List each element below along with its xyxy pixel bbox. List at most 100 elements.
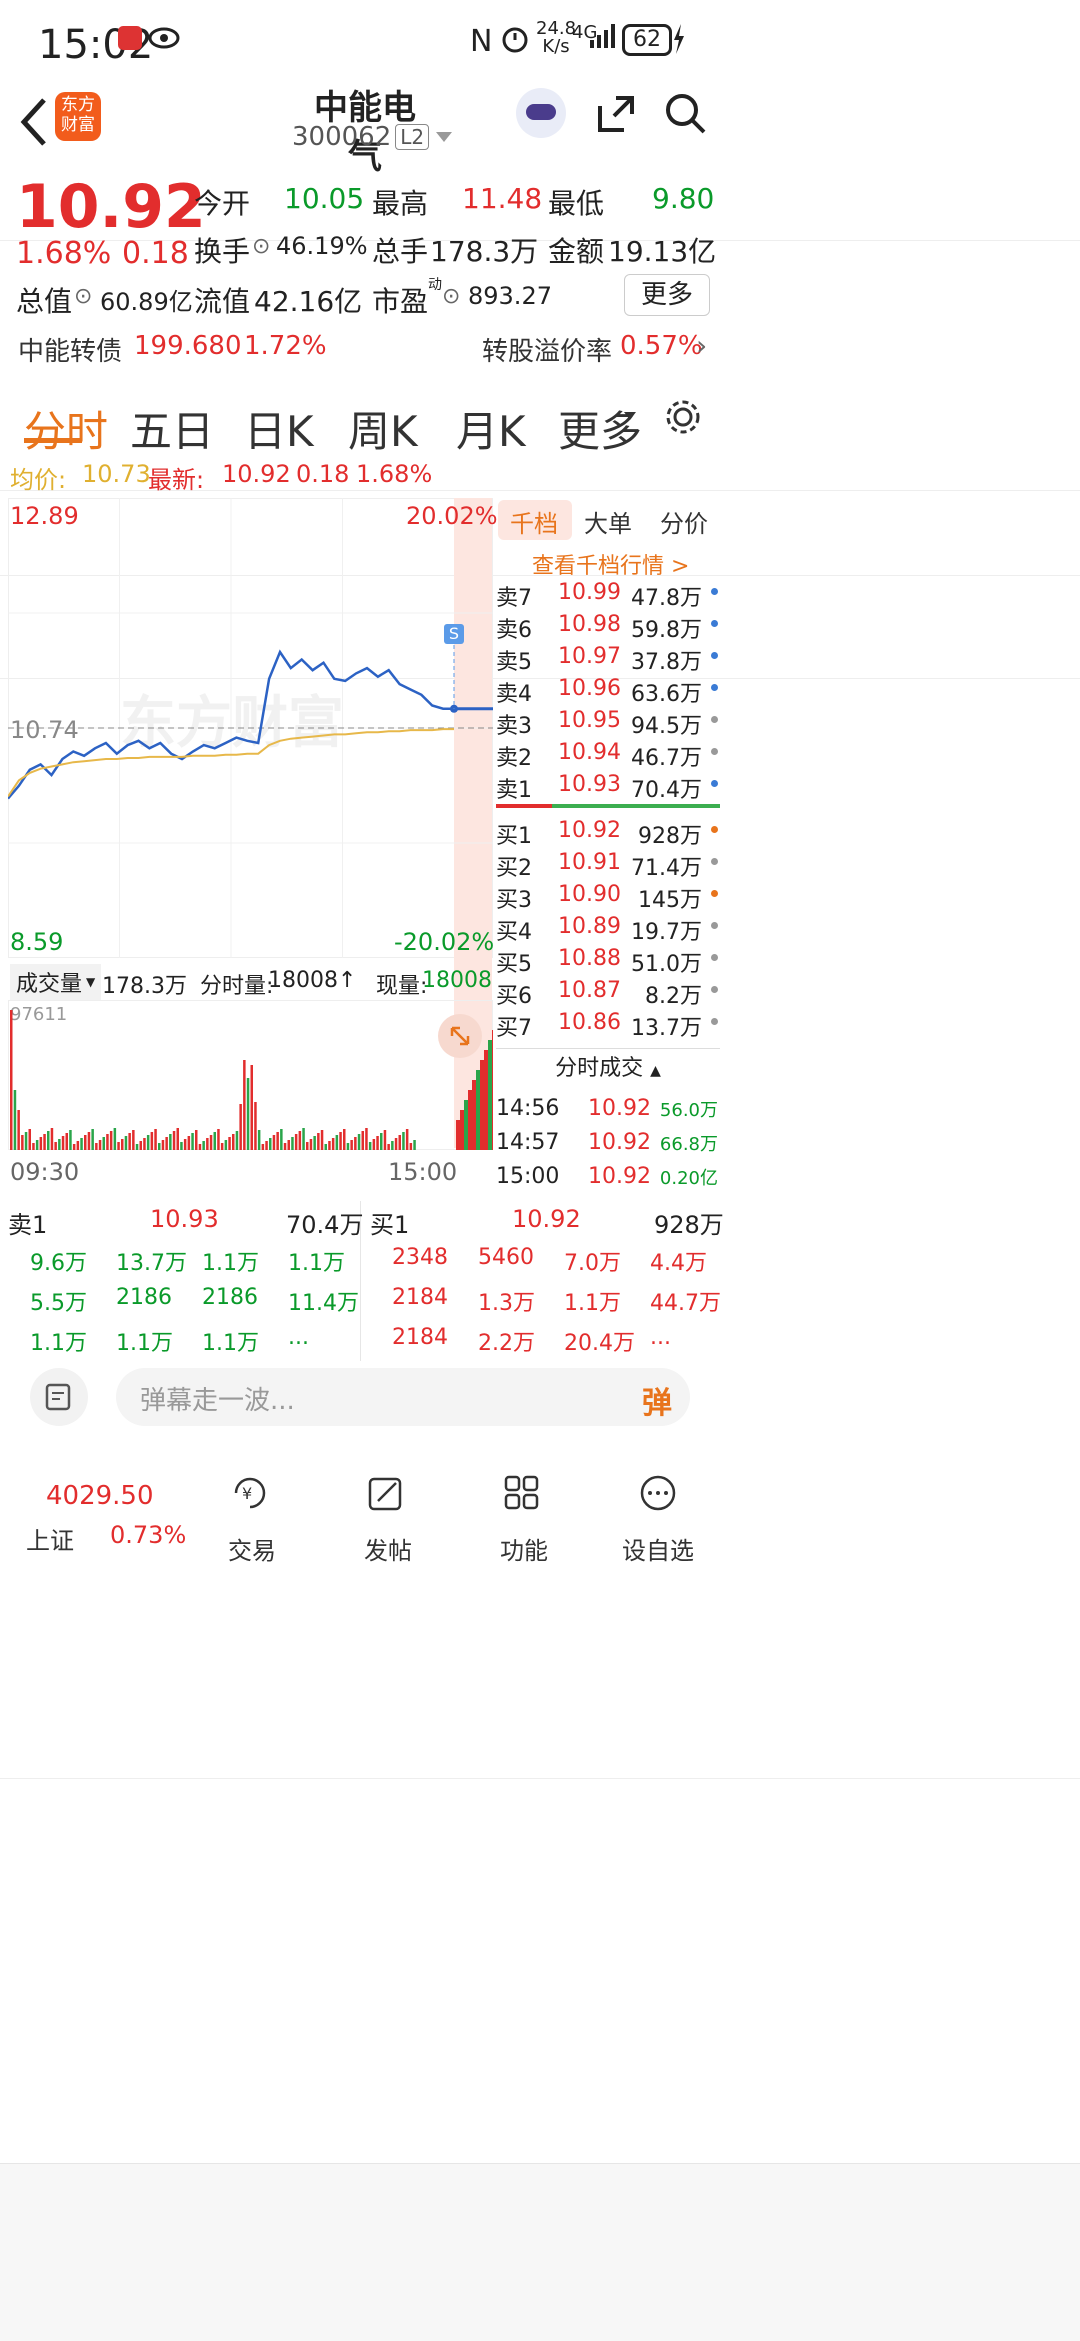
robot-avatar-icon[interactable]: [516, 88, 566, 138]
level-dot-icon: [711, 922, 718, 929]
premium-value: 0.57%: [620, 331, 703, 361]
comment-list-icon[interactable]: [30, 1368, 88, 1426]
volume-bar: [195, 1130, 198, 1150]
buy-queue-cell: 2184: [392, 1325, 448, 1350]
volume-bar: [460, 1110, 464, 1150]
ask-level-price: 10.99: [558, 580, 621, 605]
tab-monthly[interactable]: 月K: [456, 398, 526, 459]
volume-bar: [350, 1140, 353, 1150]
nav-add-watchlist[interactable]: 设自选: [608, 1451, 718, 1628]
nav-add-watchlist-label: 设自选: [622, 1537, 694, 1565]
volume-bar: [265, 1141, 268, 1150]
volume-bar: [492, 1030, 493, 1150]
tab-5day[interactable]: 五日: [130, 398, 214, 459]
volume-bar: [309, 1139, 313, 1150]
volume-bar: [135, 1144, 139, 1150]
danmu-toggle-button[interactable]: 弹: [642, 1378, 672, 1422]
tab-daily[interactable]: 日K: [244, 398, 314, 459]
post-edit-icon: [368, 1477, 402, 1511]
tick-price: 10.92: [588, 1096, 651, 1121]
volume-bar: [317, 1133, 320, 1150]
mktcap-label: 总值: [16, 285, 73, 318]
nav-trade[interactable]: ¥ 交易: [200, 1451, 300, 1628]
mktcap-info-icon[interactable]: ⊙: [74, 284, 92, 309]
level-dot-icon: [711, 684, 718, 691]
buy-queue-volume: 928万: [654, 1211, 724, 1239]
volume-bar: [387, 1144, 390, 1150]
volume-bar: [394, 1138, 398, 1150]
ask-row[interactable]: 卖1 10.93 70.4万: [496, 768, 720, 816]
buy-queue-label: 买1: [370, 1211, 410, 1239]
volume-bar: [61, 1136, 65, 1150]
level-dot-icon: [711, 986, 718, 993]
bond-price: 199.680: [134, 331, 242, 361]
tab-weekly[interactable]: 周K: [348, 398, 418, 459]
nav-post[interactable]: 发帖: [336, 1451, 436, 1628]
last-price: 10.92: [16, 172, 206, 242]
nav-functions[interactable]: 功能: [472, 1451, 572, 1628]
stock-code-row[interactable]: 300062 L2: [292, 122, 453, 152]
tab-price-distribution[interactable]: 分价: [660, 504, 708, 539]
buy-queue-cell: 20.4万: [564, 1331, 635, 1356]
volume-label: 成交量: [16, 972, 83, 997]
info-icon[interactable]: ⊙: [252, 234, 270, 259]
volume-bar: [476, 1070, 480, 1150]
pe-info-icon[interactable]: ⊙: [442, 284, 460, 309]
volume-bar: [346, 1143, 350, 1150]
trade-ticks-header[interactable]: 分时成交 ▲: [496, 1048, 720, 1089]
back-icon[interactable]: [18, 96, 48, 148]
volume-bar: [76, 1141, 80, 1150]
tab-big-orders[interactable]: 大单: [584, 504, 632, 539]
danmu-placeholder: 弹幕走一波...: [140, 1386, 295, 1416]
volume-bar: [65, 1133, 68, 1150]
ask-level-price: 10.96: [558, 676, 621, 701]
share-icon[interactable]: [594, 92, 638, 136]
volume-bar: [484, 1050, 488, 1150]
volume-bar: [80, 1138, 83, 1150]
expand-icon[interactable]: [438, 1014, 482, 1058]
level-dot-icon: [711, 716, 718, 723]
price-line-chart: [8, 498, 493, 958]
level-dot-icon: [711, 652, 718, 659]
volume-bar: [409, 1143, 413, 1150]
index-ticker[interactable]: 4029.50 上证 0.73%: [0, 1451, 190, 1628]
trade-icon: ¥: [234, 1477, 266, 1509]
level-dot-icon: [711, 588, 718, 595]
sell-queue-cell: 1.1万: [202, 1331, 259, 1356]
volume-bar: [117, 1142, 120, 1150]
bond-pct: 1.72%: [244, 331, 327, 361]
settings-gear-icon[interactable]: [664, 398, 702, 436]
volume-bar: [320, 1130, 324, 1150]
sell-queue-cell: 1.1万: [202, 1251, 259, 1276]
volume-bar: [24, 1132, 28, 1150]
buy-queue-cell: 5460: [478, 1245, 534, 1270]
volume-bar: [250, 1065, 253, 1150]
tab-depth-1000[interactable]: 千档: [510, 504, 558, 539]
volume-bar: [13, 1090, 17, 1150]
tab-intraday[interactable]: 分时: [24, 398, 108, 459]
volume-bar: [158, 1143, 161, 1150]
volume-bar: [368, 1142, 372, 1150]
index-name: 上证: [26, 1527, 74, 1555]
volume-bar: [35, 1140, 39, 1150]
amount-value: 19.13亿: [608, 235, 717, 268]
bid-level-price: 10.89: [558, 914, 621, 939]
buy-queue-cell: 1.1万: [564, 1291, 621, 1316]
tab-more[interactable]: 更多: [558, 398, 642, 459]
bid-row[interactable]: 买7 10.86 13.7万: [496, 1006, 720, 1054]
volume-bar: [139, 1141, 142, 1150]
signal-badge[interactable]: S: [444, 624, 464, 644]
volume-bar: [243, 1060, 246, 1150]
bid-level-price: 10.92: [558, 818, 621, 843]
search-icon[interactable]: [664, 92, 708, 136]
pe-label: 市盈: [372, 285, 429, 318]
volume-bar: [357, 1134, 361, 1150]
tick-volume: 66.8万: [659, 1134, 718, 1155]
volume-bar: [365, 1128, 368, 1150]
volume-bar: [32, 1143, 35, 1150]
volume-indicator-selector[interactable]: 成交量 ▼: [10, 964, 102, 1000]
battery-icon: 62: [622, 24, 672, 56]
more-button[interactable]: 更多: [624, 274, 710, 316]
danmu-input[interactable]: 弹幕走一波... 弹: [116, 1368, 690, 1426]
volume-bar: [10, 1010, 13, 1150]
